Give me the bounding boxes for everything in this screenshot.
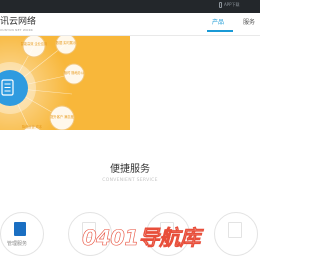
nav-service[interactable]: 服务 [243, 19, 255, 27]
document-icon [14, 222, 26, 236]
phone-icon [219, 2, 222, 8]
header: 讯云网络 XUNYUN NET WORK 产品 服务 [0, 13, 260, 36]
logo-title[interactable]: 讯云网络 [0, 18, 36, 27]
app-download-label: APP下载 [224, 2, 240, 7]
top-bar: APP下载 [0, 0, 260, 13]
watermark-text: 0401导航库 [82, 226, 201, 251]
watermark: 0401导航库 [82, 222, 201, 252]
section-title: 便捷服务 [110, 164, 150, 175]
bubble-label: 数据 实时展示 [56, 40, 76, 45]
bubble-1 [22, 36, 46, 58]
app-download-link[interactable]: APP下载 [219, 2, 240, 8]
logo-subtitle: XUNYUN NET WORK [0, 28, 34, 32]
bubble-label: 智能高效 企业应用 [21, 41, 48, 46]
hero-illustration: 智能高效 企业应用 数据 实时展示 随时 随地办公 提升客户 满意度 降低运营 … [0, 36, 85, 130]
document-icon [228, 222, 242, 238]
bubble-label: 降低运营 成本 [22, 124, 43, 129]
hero-banner: 智能高效 企业应用 数据 实时展示 随时 随地办公 提升客户 满意度 降低运营 … [0, 36, 130, 130]
feature-card[interactable] [214, 212, 258, 256]
bubble-label: 提升客户 满意度 [50, 114, 74, 119]
section-subtitle: CONVENIENT SERVICE [102, 178, 158, 183]
feature-label: 管理服务 [7, 241, 28, 247]
bubble-label: 随时 随地办公 [64, 70, 85, 75]
nav-products[interactable]: 产品 [212, 19, 224, 27]
nav-active-indicator [207, 30, 233, 32]
feature-card[interactable]: 管理服务 [0, 212, 44, 256]
bubble-2 [55, 36, 77, 55]
